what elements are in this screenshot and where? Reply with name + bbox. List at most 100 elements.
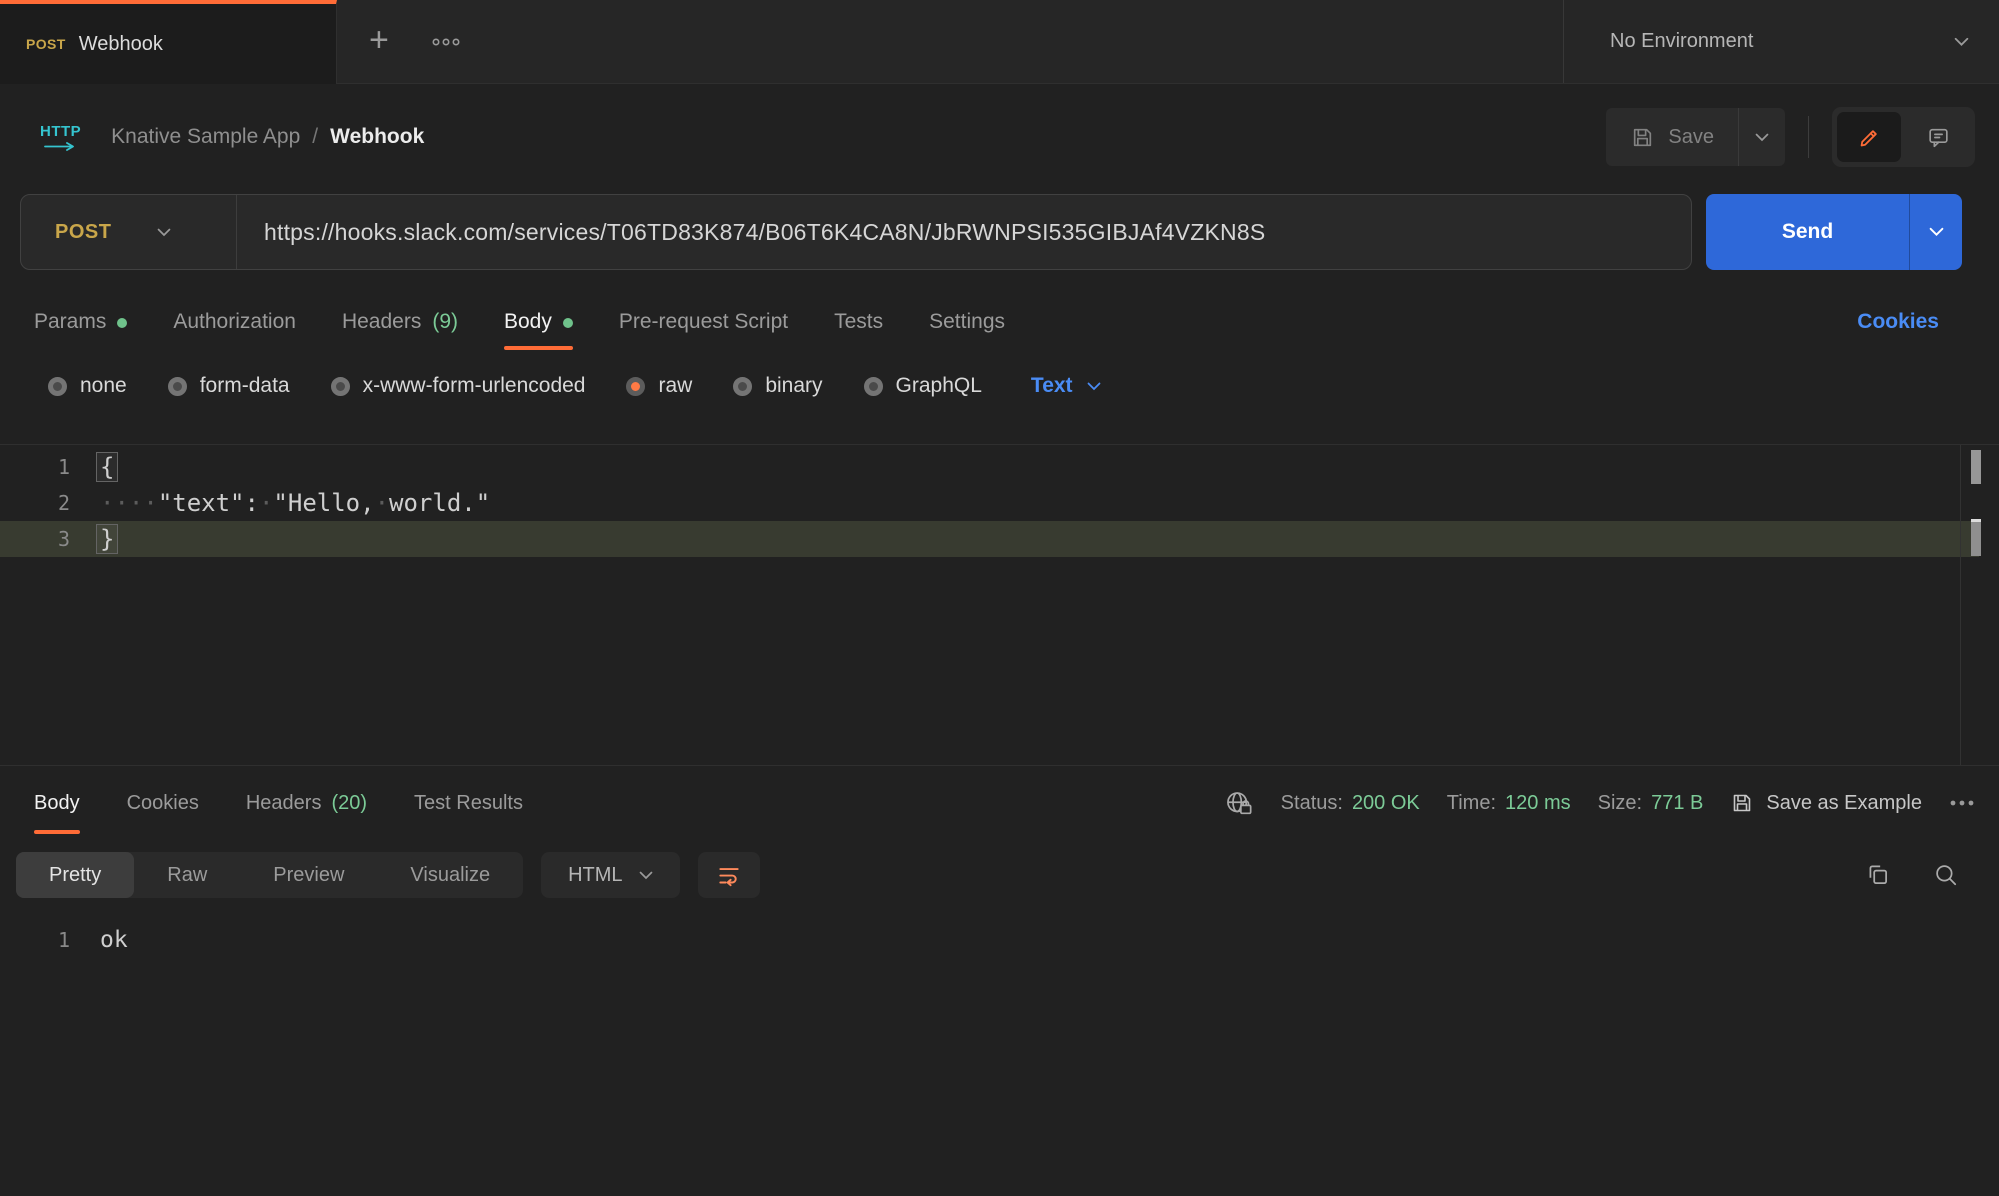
response-format-selector[interactable]: HTML (541, 852, 679, 898)
response-body-viewer[interactable]: 1 ok (0, 922, 1999, 958)
environment-selector[interactable]: No Environment (1563, 0, 1999, 83)
response-more-options-icon[interactable] (1949, 799, 1975, 807)
response-view-switcher: Pretty Raw Preview Visualize (16, 852, 523, 898)
close-brace: } (96, 524, 118, 554)
radio-raw-label: raw (658, 374, 692, 398)
response-body-label: Body (34, 792, 80, 815)
size-label: Size: (1598, 792, 1642, 815)
tab-method-badge: POST (26, 36, 66, 52)
tab-tests[interactable]: Tests (834, 294, 883, 350)
editor-scroll-divider (1960, 445, 1961, 765)
body-dot-indicator (563, 318, 573, 328)
radio-raw[interactable]: raw (626, 374, 692, 398)
save-as-example-button[interactable]: Save as Example (1730, 791, 1922, 815)
globe-lock-icon[interactable] (1224, 790, 1254, 817)
comments-button[interactable] (1906, 112, 1970, 162)
preview-label: Preview (273, 864, 344, 887)
send-button[interactable]: Send (1706, 194, 1910, 270)
response-size: Size: 771 B (1598, 792, 1704, 815)
radio-graphql-label: GraphQL (896, 374, 982, 398)
response-tab-headers[interactable]: Headers (20) (246, 766, 367, 840)
floppy-disk-icon (1630, 125, 1655, 150)
tab-headers-label: Headers (342, 310, 421, 334)
view-raw-button[interactable]: Raw (134, 852, 240, 898)
send-options-button[interactable] (1910, 194, 1962, 270)
response-tabs: Body Cookies Headers (20) Test Results S… (0, 766, 1999, 840)
tab-bar: POST Webhook + No Environment (0, 0, 1999, 84)
tab-tests-label: Tests (834, 310, 883, 334)
floppy-disk-icon (1730, 791, 1754, 815)
request-tabs: Params Authorization Headers (9) Body Pr… (0, 294, 1999, 350)
environment-label: No Environment (1610, 30, 1753, 53)
breadcrumb-request-name[interactable]: Webhook (330, 125, 424, 149)
editor-line-3-active: 3 } (0, 521, 1979, 557)
radio-circle (864, 377, 883, 396)
time-value: 120 ms (1505, 792, 1571, 815)
line-number: 2 (0, 485, 70, 521)
language-label: Text (1031, 374, 1073, 398)
response-headers-count: (20) (331, 792, 367, 815)
response-line-1: 1 ok (0, 922, 1999, 958)
response-content: ok (70, 922, 128, 958)
method-selector[interactable]: POST (21, 221, 236, 244)
response-cookies-label: Cookies (127, 792, 199, 815)
edit-request-button[interactable] (1837, 112, 1901, 162)
http-protocol-icon: HTTP (40, 123, 81, 151)
wrap-lines-button[interactable] (698, 852, 760, 898)
comment-icon (1926, 125, 1951, 150)
breadcrumb-collection[interactable]: Knative Sample App (111, 125, 300, 149)
url-input[interactable]: https://hooks.slack.com/services/T06TD83… (237, 219, 1265, 246)
response-tab-body[interactable]: Body (34, 766, 80, 840)
radio-form-data[interactable]: form-data (168, 374, 290, 398)
radio-x-www-form-urlencoded[interactable]: x-www-form-urlencoded (331, 374, 586, 398)
radio-form-data-label: form-data (200, 374, 290, 398)
size-value: 771 B (1651, 792, 1703, 815)
search-response-icon[interactable] (1933, 862, 1959, 888)
save-as-example-label: Save as Example (1766, 792, 1922, 815)
response-time: Time: 120 ms (1447, 792, 1571, 815)
raw-label: Raw (167, 864, 207, 887)
params-dot-indicator (117, 318, 127, 328)
view-visualize-button[interactable]: Visualize (377, 852, 523, 898)
chevron-down-icon (157, 228, 171, 237)
save-options-button[interactable] (1739, 108, 1785, 166)
body-type-options: none form-data x-www-form-urlencoded raw… (0, 364, 1999, 408)
pencil-icon (1857, 125, 1882, 150)
test-results-label: Test Results (414, 792, 523, 815)
view-pretty-button[interactable]: Pretty (16, 852, 134, 898)
time-label: Time: (1447, 792, 1496, 815)
response-tab-test-results[interactable]: Test Results (414, 766, 523, 840)
cookies-link[interactable]: Cookies (1857, 310, 1965, 334)
radio-circle (331, 377, 350, 396)
request-header: HTTP Knative Sample App / Webhook Save (0, 84, 1999, 190)
line-number: 1 (0, 449, 70, 485)
tab-pre-request-script[interactable]: Pre-request Script (619, 294, 788, 350)
tab-authorization[interactable]: Authorization (173, 294, 296, 350)
response-tab-cookies[interactable]: Cookies (127, 766, 199, 840)
radio-circle (733, 377, 752, 396)
radio-none[interactable]: none (48, 374, 127, 398)
open-brace: { (96, 452, 118, 482)
line-number: 3 (0, 521, 70, 557)
breadcrumb: Knative Sample App / Webhook (111, 125, 424, 149)
radio-binary[interactable]: binary (733, 374, 822, 398)
radio-circle-selected (626, 377, 645, 396)
more-tabs-icon[interactable] (431, 37, 461, 47)
tab-params[interactable]: Params (34, 294, 127, 350)
tab-headers[interactable]: Headers (9) (342, 294, 458, 350)
copy-response-icon[interactable] (1865, 862, 1891, 888)
tab-body[interactable]: Body (504, 294, 573, 350)
raw-language-selector[interactable]: Text (1031, 374, 1101, 398)
tab-settings[interactable]: Settings (929, 294, 1005, 350)
request-body-editor[interactable]: 1 { 2 ····"text":·"Hello,·world." 3 } (0, 444, 1999, 766)
response-status: Status: 200 OK (1281, 792, 1420, 815)
chevron-down-icon (1087, 382, 1101, 391)
request-tab-webhook[interactable]: POST Webhook (0, 0, 337, 84)
save-button-label: Save (1668, 126, 1714, 149)
editor-scrollbar-thumb[interactable] (1971, 450, 1981, 484)
visualize-label: Visualize (410, 864, 490, 887)
view-preview-button[interactable]: Preview (240, 852, 377, 898)
new-tab-button[interactable]: + (369, 23, 389, 57)
radio-graphql[interactable]: GraphQL (864, 374, 982, 398)
save-button[interactable]: Save (1606, 108, 1739, 166)
